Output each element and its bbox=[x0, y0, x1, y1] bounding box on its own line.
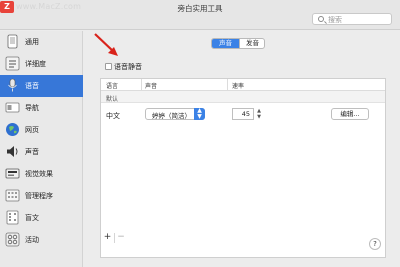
sidebar-item-web[interactable]: 网页 bbox=[0, 119, 83, 141]
column-divider bbox=[141, 79, 142, 91]
voices-table: 语言 声音 速率 默认 中文 婷婷（简洁） ▲ ▼ 45 ▲ ▼ 编辑... bbox=[100, 78, 386, 258]
sidebar-item-braille[interactable]: 盲文 bbox=[0, 207, 83, 229]
table-row[interactable]: 中文 婷婷（简洁） ▲ ▼ 45 ▲ ▼ 编辑... bbox=[101, 105, 385, 125]
column-header-language[interactable]: 语言 bbox=[106, 81, 118, 90]
search-icon bbox=[318, 16, 324, 22]
column-header-voice[interactable]: 声音 bbox=[145, 81, 157, 90]
sidebar-item-label: 详细度 bbox=[25, 60, 46, 68]
voice-select[interactable]: 婷婷（简洁） ▲ ▼ bbox=[145, 108, 205, 120]
sidebar-item-label: 声音 bbox=[25, 148, 39, 156]
edit-button[interactable]: 编辑... bbox=[331, 108, 369, 120]
sidebar: 通用 详细度 语音 导航 网页 声音 视觉效果 管理程序 盲文 活动 bbox=[0, 31, 83, 267]
search-placeholder: 搜索 bbox=[328, 16, 342, 24]
column-divider bbox=[227, 79, 228, 91]
sidebar-item-label: 活动 bbox=[25, 236, 39, 244]
rate-value: 45 bbox=[241, 110, 250, 118]
main-panel: 声音 发音 语音静音 语言 声音 速率 默认 中文 婷婷（简洁） ▲ ▼ 45 … bbox=[84, 31, 400, 267]
activities-icon bbox=[5, 232, 20, 247]
general-icon bbox=[7, 34, 18, 49]
title-bar: Z www.MacZ.com 旁白实用工具 搜索 bbox=[0, 0, 400, 30]
column-header-rate[interactable]: 速率 bbox=[232, 81, 244, 90]
language-cell: 中文 bbox=[106, 112, 120, 120]
web-icon bbox=[6, 123, 19, 136]
tab-voices[interactable]: 声音 bbox=[212, 39, 239, 48]
sidebar-item-verbosity[interactable]: 详细度 bbox=[0, 53, 83, 75]
table-header: 语言 声音 速率 bbox=[101, 79, 385, 91]
sidebar-item-label: 网页 bbox=[25, 126, 39, 134]
search-field[interactable]: 搜索 bbox=[312, 13, 392, 25]
verbosity-icon bbox=[5, 56, 20, 71]
sidebar-item-activities[interactable]: 活动 bbox=[0, 229, 83, 251]
sound-icon bbox=[7, 146, 18, 157]
voiceover-utility-window: Z www.MacZ.com 旁白实用工具 搜索 通用 详细度 语音 导航 网页 bbox=[0, 0, 400, 267]
sidebar-item-label: 视觉效果 bbox=[25, 170, 53, 178]
sidebar-item-visuals[interactable]: 视觉效果 bbox=[0, 163, 83, 185]
sidebar-item-label: 管理程序 bbox=[25, 192, 53, 200]
speech-icon bbox=[8, 78, 17, 92]
sidebar-item-label: 导航 bbox=[25, 104, 39, 112]
sidebar-item-navigation[interactable]: 导航 bbox=[0, 97, 83, 119]
tab-switcher: 声音 发音 bbox=[211, 38, 265, 49]
commanders-icon bbox=[5, 189, 20, 202]
rate-stepper[interactable]: ▲ ▼ bbox=[256, 108, 262, 120]
group-label: 默认 bbox=[106, 96, 119, 103]
braille-icon bbox=[6, 210, 19, 225]
sidebar-item-label: 通用 bbox=[25, 38, 39, 46]
sidebar-item-sound[interactable]: 声音 bbox=[0, 141, 83, 163]
red-arrow-annotation bbox=[94, 33, 118, 56]
updown-chevron-icon: ▲ ▼ bbox=[194, 108, 205, 120]
mute-speech-checkbox[interactable] bbox=[105, 63, 112, 70]
group-row-default: 默认 bbox=[101, 91, 385, 103]
remove-button[interactable]: − bbox=[114, 233, 127, 243]
add-button[interactable]: + bbox=[101, 233, 114, 243]
rate-field[interactable]: 45 bbox=[232, 108, 254, 120]
add-remove-controls: + − bbox=[101, 233, 127, 243]
navigation-icon bbox=[5, 102, 20, 113]
sidebar-item-general[interactable]: 通用 bbox=[0, 31, 83, 53]
tab-pronunciation[interactable]: 发音 bbox=[239, 39, 264, 48]
sidebar-item-commanders[interactable]: 管理程序 bbox=[0, 185, 83, 207]
sidebar-item-speech[interactable]: 语音 bbox=[0, 75, 83, 97]
mute-speech-label: 语音静音 bbox=[114, 63, 142, 71]
help-button[interactable]: ? bbox=[369, 238, 381, 250]
sidebar-item-label: 盲文 bbox=[25, 214, 39, 222]
voice-value: 婷婷（简洁） bbox=[152, 112, 191, 120]
visuals-icon bbox=[5, 168, 20, 179]
sidebar-item-label: 语音 bbox=[25, 82, 39, 90]
